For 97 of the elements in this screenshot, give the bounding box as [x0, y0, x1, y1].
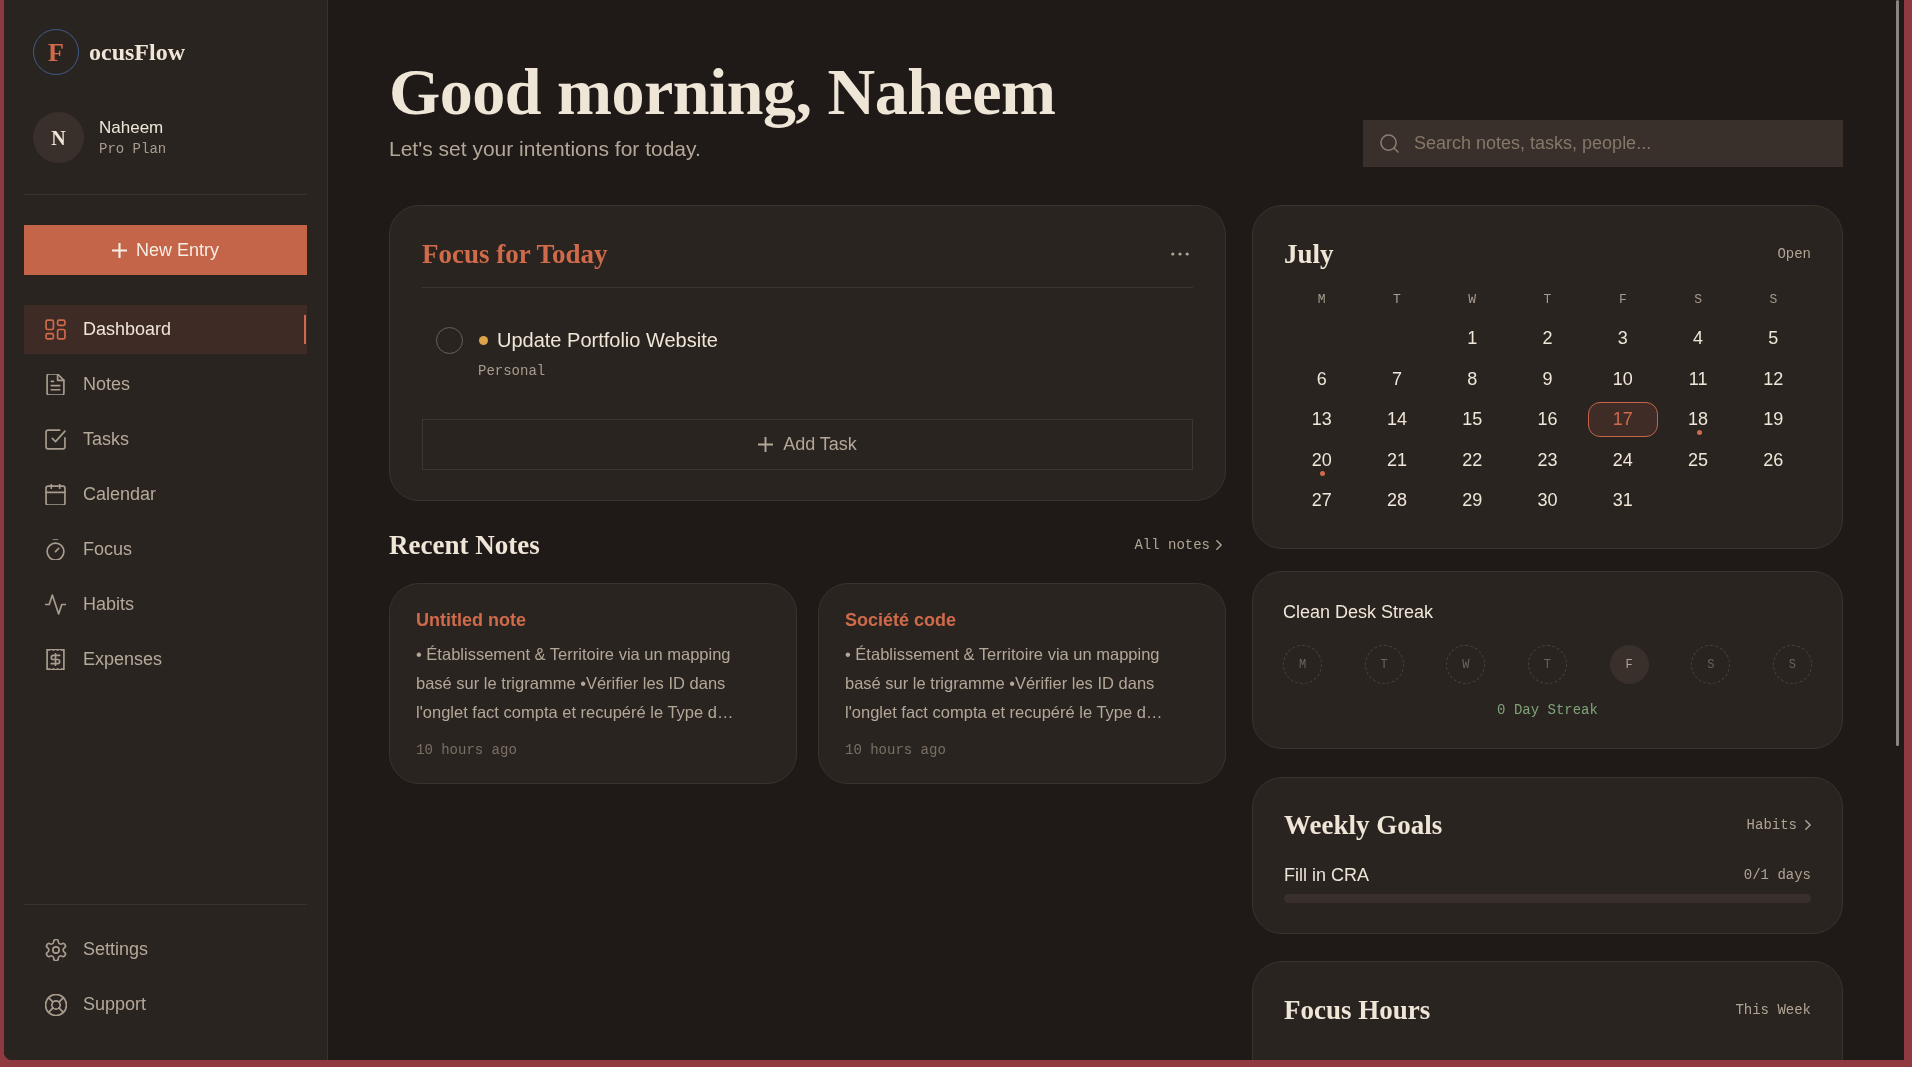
- calendar-month: July: [1284, 238, 1334, 271]
- note-title: Untitled note: [416, 609, 526, 632]
- calendar-day[interactable]: 22: [1437, 442, 1508, 478]
- calendar-day[interactable]: 13: [1286, 402, 1357, 437]
- open-link[interactable]: Open: [1777, 243, 1811, 265]
- weekday-label: T: [1393, 291, 1401, 309]
- calendar-day[interactable]: 21: [1361, 442, 1432, 478]
- calendar-day[interactable]: 6: [1286, 361, 1357, 397]
- calendar-day[interactable]: 1: [1437, 321, 1508, 356]
- note-excerpt: • Établissement & Territoire via un mapping basé sur le trigramme •Vérifier les ID dans l'onglet fact compta et recupéré le Type d…: [845, 644, 1164, 723]
- nav-item[interactable]: Settings: [24, 925, 307, 974]
- calendar-day[interactable]: 31: [1587, 483, 1658, 518]
- calendar-day[interactable]: 24: [1587, 442, 1658, 478]
- more-button[interactable]: [1171, 252, 1189, 256]
- calendar-day[interactable]: 28: [1361, 483, 1432, 518]
- focus-hours-title: Focus Hours: [1284, 994, 1431, 1027]
- calendar-day[interactable]: 30: [1512, 483, 1583, 518]
- note-title: Société code: [845, 609, 957, 632]
- nav-item[interactable]: Notes: [24, 360, 307, 409]
- lifebuoy-icon: [45, 993, 67, 1016]
- note-card[interactable]: Société code • Établissement & Territoire via un mapping basé sur le trigramme •Vérifier les ID dans l'onglet fact compta et recupéré le Type d… 10 hours ago: [818, 583, 1226, 784]
- calendar-day[interactable]: 4: [1663, 321, 1734, 356]
- checkbox-icon: [45, 429, 66, 450]
- nav-item[interactable]: Dashboard: [24, 305, 307, 354]
- streak-day: F: [1609, 645, 1649, 684]
- calendar-day[interactable]: 29: [1437, 483, 1508, 518]
- streak-title: Clean Desk Streak: [1283, 601, 1434, 624]
- weekday-label: S: [1694, 291, 1702, 309]
- search-icon: [1380, 134, 1399, 153]
- calendar-day[interactable]: 25: [1663, 442, 1734, 478]
- pulse-icon: [45, 594, 66, 615]
- greeting-subtitle: Let's set your intentions for today.: [389, 136, 702, 162]
- grid-icon: [45, 319, 66, 340]
- calendar-day[interactable]: 2: [1512, 321, 1583, 356]
- nav-item[interactable]: Focus: [24, 525, 307, 574]
- calendar-day[interactable]: 11: [1663, 361, 1734, 397]
- calendar-day[interactable]: 10: [1587, 361, 1658, 397]
- weekly-goals-title: Weekly Goals: [1284, 809, 1443, 842]
- calendar-day[interactable]: 9: [1512, 361, 1583, 397]
- note-excerpt: • Établissement & Territoire via un mapping basé sur le trigramme •Vérifier les ID dans l'onglet fact compta et recupéré le Type d…: [416, 644, 735, 723]
- chevron-right-icon: [1216, 540, 1222, 550]
- plus-icon: [758, 437, 774, 452]
- calendar-icon: [45, 484, 66, 505]
- active-indicator: [304, 315, 306, 344]
- goal-name: Fill in CRA: [1284, 864, 1369, 886]
- focus-hours-range: This Week: [1735, 1000, 1811, 1020]
- calendar-day[interactable]: 17: [1587, 402, 1658, 437]
- nav-item[interactable]: Tasks: [24, 415, 307, 464]
- calendar-day[interactable]: 16: [1512, 402, 1583, 437]
- calendar-day[interactable]: 27: [1286, 483, 1357, 518]
- nav-item[interactable]: Support: [24, 980, 307, 1029]
- focus-card-title: Focus for Today: [422, 238, 608, 271]
- weekday-label: T: [1543, 291, 1552, 309]
- more-icon: [1171, 252, 1189, 256]
- calendar-day[interactable]: 15: [1437, 402, 1508, 437]
- section-title: Recent Notes: [389, 529, 540, 562]
- habits-link[interactable]: Habits: [1746, 814, 1811, 836]
- calendar-day[interactable]: 26: [1738, 442, 1809, 478]
- calendar-day[interactable]: 12: [1738, 361, 1809, 397]
- nav-item[interactable]: Habits: [24, 580, 307, 629]
- scrollbar-thumb[interactable]: [1896, 0, 1899, 746]
- note-time: 10 hours ago: [845, 741, 946, 759]
- greeting-title: Good morning, Naheem: [389, 57, 1056, 127]
- user-avatar: N: [33, 112, 84, 163]
- calendar-day[interactable]: 19: [1738, 402, 1809, 437]
- task-category: Personal: [478, 362, 546, 380]
- note-time: 10 hours ago: [416, 741, 517, 759]
- user-name: Naheem: [99, 116, 165, 139]
- note-card[interactable]: Untitled note • Établissement & Territoire via un mapping basé sur le trigramme •Vérifier les ID dans l'onglet fact compta et recupéré le Type d… 10 hours ago: [389, 583, 797, 784]
- plus-icon: [112, 242, 127, 258]
- goal-progress: 0/1 days: [1743, 865, 1811, 885]
- streak-summary: 0 Day Streak: [1497, 701, 1598, 719]
- weekday-label: W: [1468, 291, 1477, 309]
- search-field[interactable]: Search notes, tasks, people...: [1363, 120, 1843, 167]
- calendar-day[interactable]: 18: [1663, 402, 1734, 437]
- app-name: ocusFlow: [89, 38, 185, 67]
- weekday-label: M: [1317, 291, 1326, 309]
- calendar-day[interactable]: 14: [1361, 402, 1432, 437]
- nav-item[interactable]: Calendar: [24, 470, 307, 519]
- calendar-day[interactable]: 5: [1738, 321, 1809, 356]
- document-icon: [45, 374, 66, 395]
- nav-item[interactable]: Expenses: [24, 635, 307, 684]
- add-task-button[interactable]: Add Task: [422, 419, 1193, 470]
- weekday-label: F: [1618, 291, 1627, 309]
- calendar-day[interactable]: 8: [1437, 361, 1508, 397]
- receipt-icon: [45, 649, 66, 670]
- calendar-day[interactable]: 20: [1286, 442, 1357, 478]
- settings-icon: [45, 938, 67, 961]
- calendar-day[interactable]: 3: [1587, 321, 1658, 356]
- chevron-right-icon: [1805, 820, 1811, 830]
- task-title: Update Portfolio Website: [497, 328, 718, 353]
- user-plan: Pro Plan: [99, 139, 167, 159]
- calendar-day[interactable]: 23: [1512, 442, 1583, 478]
- calendar-day[interactable]: 7: [1361, 361, 1432, 397]
- all-notes-link[interactable]: All notes: [1134, 534, 1222, 556]
- stopwatch-icon: [45, 539, 66, 560]
- weekday-label: S: [1769, 291, 1778, 309]
